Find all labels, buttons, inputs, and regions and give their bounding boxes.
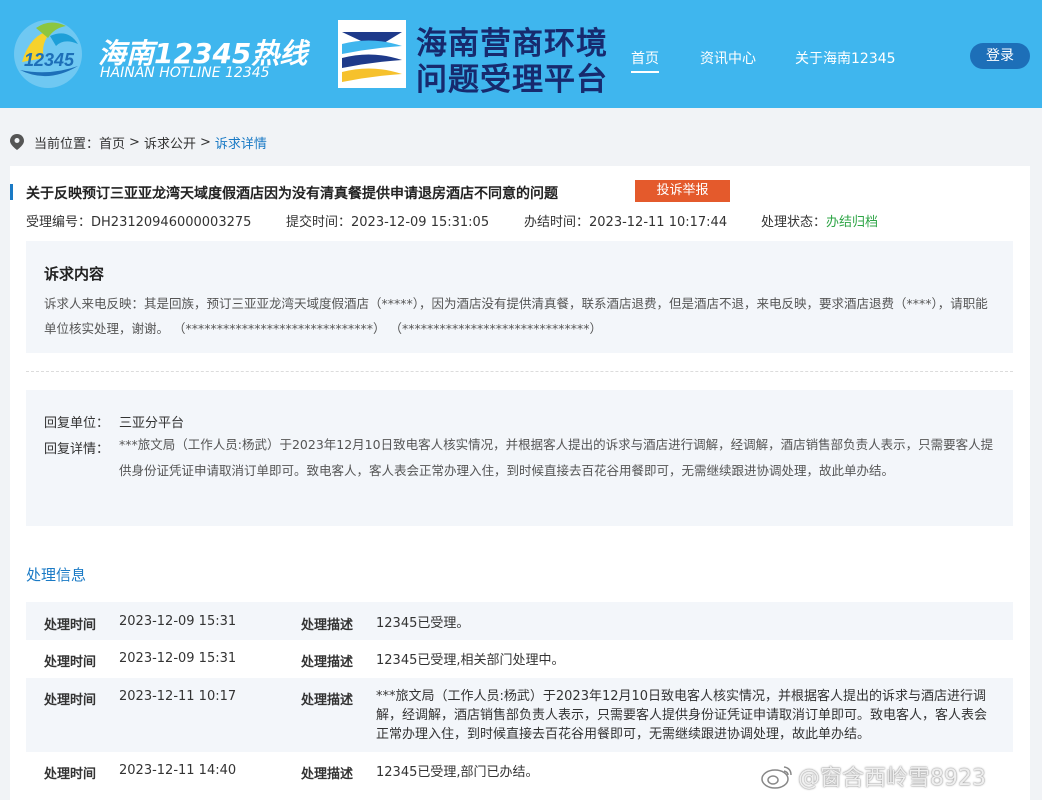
site-header: 12345 海南12345热线 HAINAN HOTLINE 12345 海南营…	[0, 0, 1042, 108]
process-desc-label: 处理描述	[301, 693, 354, 708]
submit-time-value: 2023-12-09 15:31:05	[351, 215, 490, 230]
login-button[interactable]: 登录	[970, 43, 1030, 69]
request-heading: 诉求内容	[44, 265, 105, 283]
process-time-value: 2023-12-09 15:31	[119, 614, 237, 629]
case-title: 关于反映预订三亚亚龙湾天域度假酒店因为没有清真餐提供申请退房酒店不同意的问题	[26, 186, 558, 202]
reply-detail-label: 回复详情：	[44, 442, 110, 457]
process-time-label: 处理时间	[44, 693, 97, 708]
process-time-value: 2023-12-09 15:31	[119, 651, 237, 666]
hotline-subtitle: HAINAN HOTLINE 12345	[100, 65, 270, 81]
divider	[26, 371, 1013, 372]
done-time: 办结时间：2023-12-11 10:17:44	[524, 211, 727, 230]
reply-unit-value: 三亚分平台	[119, 416, 185, 431]
process-desc-value: 12345已受理,相关部门处理中。	[376, 653, 565, 668]
complaint-report-button[interactable]: 投诉举报	[635, 180, 730, 202]
business-platform-logo-icon[interactable]	[336, 18, 408, 90]
reply-detail-value: ***旅文局（工作人员:杨武）于2023年12月10日致电客人核实情况，并根据客…	[119, 437, 994, 478]
platform-title-line2: 问题受理平台	[416, 62, 608, 98]
svg-text:12345: 12345	[24, 50, 75, 70]
title-accent-bar	[10, 184, 13, 200]
process-time-label: 处理时间	[44, 655, 97, 670]
case-id-label: 受理编号：	[26, 215, 92, 230]
nav-home[interactable]: 首页	[631, 48, 659, 73]
process-time-label: 处理时间	[44, 618, 97, 633]
process-time-label: 处理时间	[44, 767, 97, 782]
process-desc-label: 处理描述	[301, 618, 354, 633]
process-info-heading: 处理信息	[26, 566, 87, 584]
submit-time: 提交时间：2023-12-09 15:31:05	[286, 211, 489, 230]
weibo-logo-icon	[761, 766, 792, 789]
case-id-value: DH23120946000003275	[91, 215, 252, 230]
breadcrumb-current: 诉求详情	[214, 136, 267, 152]
status-label: 处理状态：	[761, 215, 827, 230]
process-desc-label: 处理描述	[301, 655, 354, 670]
process-desc-value: ***旅文局（工作人员:杨武）于2023年12月10日致电客人核实情况，并根据客…	[376, 689, 988, 742]
done-time-value: 2023-12-11 10:17:44	[589, 215, 728, 230]
breadcrumb-prefix: 当前位置：	[34, 136, 100, 152]
process-row: 处理时间 2023-12-09 15:31 处理描述 12345已受理。	[26, 602, 1013, 640]
case-id: 受理编号：DH23120946000003275	[26, 211, 251, 230]
process-row: 处理时间 2023-12-11 10:17 处理描述 ***旅文局（工作人员:杨…	[26, 678, 1013, 752]
process-row: 处理时间 2023-12-09 15:31 处理描述 12345已受理,相关部门…	[26, 640, 1013, 678]
process-desc-value: 12345已受理。	[376, 616, 470, 631]
done-time-label: 办结时间：	[524, 215, 590, 230]
reply-box: 回复单位： 三亚分平台 回复详情： ***旅文局（工作人员:杨武）于2023年1…	[26, 390, 1013, 526]
request-text: 诉求人来电反映：其是回族，预订三亚亚龙湾天域度假酒店（*****），因为酒店没有…	[44, 296, 988, 336]
breadcrumb-separator: >	[129, 134, 140, 150]
breadcrumb: 当前位置： 首页 > 诉求公开 > 诉求详情	[10, 133, 267, 152]
process-time-value: 2023-12-11 10:17	[119, 689, 237, 704]
process-status: 处理状态：办结归档	[761, 211, 878, 230]
submit-time-label: 提交时间：	[286, 215, 352, 230]
nav-news-center[interactable]: 资讯中心	[700, 48, 756, 68]
location-pin-icon	[10, 134, 24, 150]
nav-about[interactable]: 关于海南12345	[795, 48, 896, 68]
hotline-logo-icon[interactable]: 12345	[10, 14, 86, 90]
process-time-value: 2023-12-11 14:40	[119, 763, 237, 778]
case-detail-card: 关于反映预订三亚亚龙湾天域度假酒店因为没有清真餐提供申请退房酒店不同意的问题 投…	[10, 166, 1030, 800]
weibo-watermark: @窗含西岭雪8923	[760, 760, 986, 792]
process-desc-label: 处理描述	[301, 767, 354, 782]
breadcrumb-public-requests[interactable]: 诉求公开	[144, 133, 196, 152]
breadcrumb-separator: >	[199, 134, 211, 150]
breadcrumb-home[interactable]: 首页	[99, 133, 125, 152]
reply-unit-label: 回复单位：	[44, 416, 110, 431]
request-content-box: 诉求内容 诉求人来电反映：其是回族，预订三亚亚龙湾天域度假酒店（*****），因…	[26, 241, 1013, 353]
status-badge: 办结归档	[826, 215, 879, 230]
watermark-text: @窗含西岭雪8923	[798, 766, 986, 791]
